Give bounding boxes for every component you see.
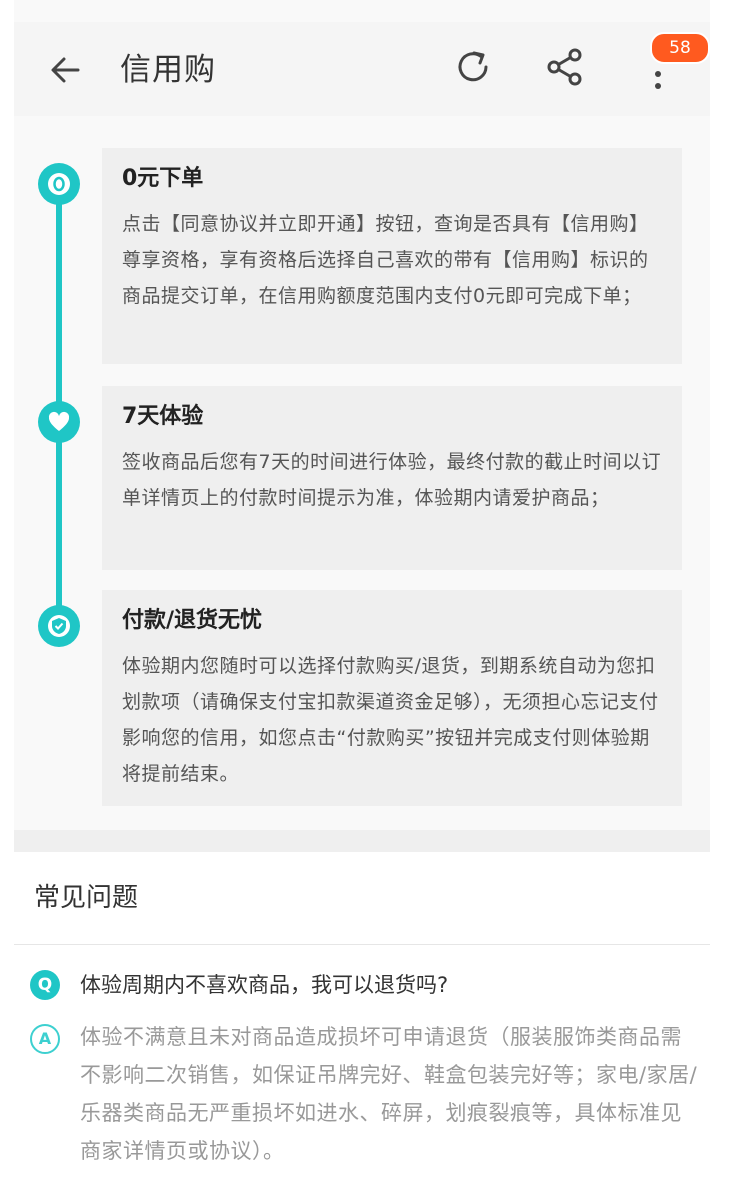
step-description: 签收商品后您有7天的时间进行体验，最终付款的截止时间以订单详情页上的付款时间提示… xyxy=(122,451,662,509)
refresh-button[interactable] xyxy=(450,44,496,90)
faq-answer: 体验不满意且未对商品造成损坏可申请退货（服装服饰类商品需不影响二次销售，如保证吊… xyxy=(80,1025,698,1163)
step-card-payment: 付款/退货无忧 体验期内您随时可以选择付款购买/退货，到期系统自动为您扣划款项（… xyxy=(102,590,682,806)
back-button[interactable] xyxy=(44,48,88,92)
step-description: 点击【同意协议并立即开通】按钮，查询是否具有【信用购】尊享资格，享有资格后选择自… xyxy=(122,213,649,307)
step-description: 体验期内您随时可以选择付款购买/退货，到期系统自动为您扣划款项（请确保支付宝扣款… xyxy=(122,655,659,785)
step-card-trial: 7天体验 签收商品后您有7天的时间进行体验，最终付款的截止时间以订单详情页上的付… xyxy=(102,386,682,570)
back-arrow-icon xyxy=(51,57,80,83)
divider xyxy=(14,944,710,945)
step-title: 7天体验 xyxy=(122,404,204,429)
step-title: 0元下单 xyxy=(122,166,204,191)
share-icon xyxy=(547,48,582,86)
top-app-bar: 信用购 58 xyxy=(14,22,710,117)
section-divider xyxy=(14,830,710,852)
notification-badge: 58 xyxy=(650,32,710,64)
page-title: 信用购 xyxy=(120,52,216,88)
share-button[interactable] xyxy=(542,44,588,90)
question-icon: Q xyxy=(30,970,60,1000)
step-card-order: 0元下单 点击【同意协议并立即开通】按钮，查询是否具有【信用购】尊享资格，享有资… xyxy=(102,148,682,364)
faq-section: 常见问题 Q 体验周期内不喜欢商品，我可以退货吗? A 体验不满意且未对商品造成… xyxy=(14,852,710,1184)
shield-icon xyxy=(38,605,80,647)
faq-question[interactable]: 体验周期内不喜欢商品，我可以退货吗? xyxy=(80,966,448,1004)
right-margin xyxy=(710,0,744,1184)
heart-icon xyxy=(38,401,80,443)
step-title: 付款/退货无忧 xyxy=(122,608,263,633)
left-margin xyxy=(0,0,14,1184)
refresh-icon xyxy=(458,51,488,82)
faq-heading: 常见问题 xyxy=(34,883,139,913)
page: 信用购 58 0元下单 点击【同意协议并立即开通】按钮，查询是否具有【信用购】尊… xyxy=(0,0,744,1184)
coin-icon xyxy=(38,163,80,205)
answer-icon: A xyxy=(30,1024,60,1054)
